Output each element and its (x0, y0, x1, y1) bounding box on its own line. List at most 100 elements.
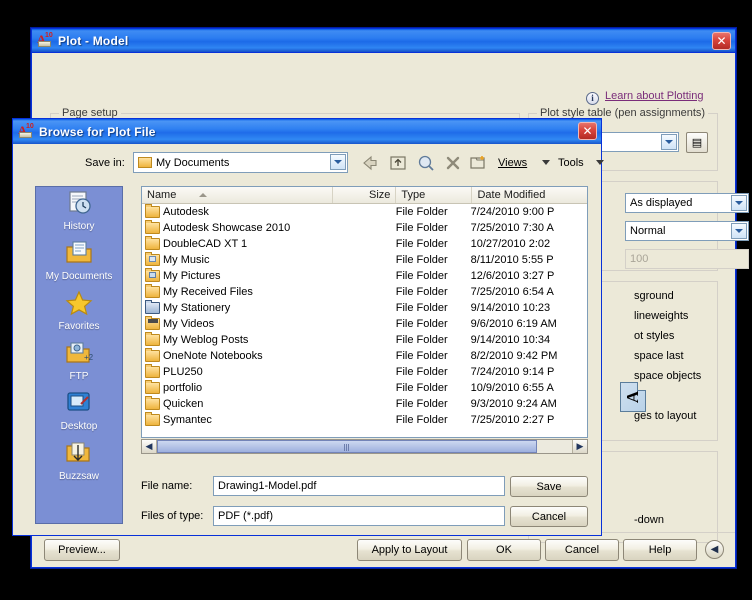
table-row[interactable]: Quicken File Folder 9/3/2010 9:24 AM (142, 396, 587, 412)
apply-to-layout-label: Apply to Layout (371, 544, 448, 556)
file-type-cell: File Folder (395, 302, 448, 314)
place-item-desktop[interactable]: Desktop (36, 389, 122, 437)
place-label: My Documents (45, 271, 113, 282)
table-row[interactable]: My Videos File Folder 9/6/2010 6:19 AM (142, 316, 587, 332)
file-list-hscrollbar[interactable]: ◀ ▶ (141, 439, 588, 454)
scroll-thumb[interactable] (157, 440, 537, 453)
files-of-type-row: Files of type: PDF (*.pdf) Cancel (141, 506, 588, 528)
plot-dialog-title: Plot - Model (58, 33, 129, 48)
file-date-cell: 7/25/2010 6:54 A (470, 286, 554, 298)
close-icon[interactable]: ✕ (578, 122, 597, 140)
tools-menu[interactable]: Tools (558, 157, 584, 169)
save-in-combo[interactable]: My Documents (133, 152, 348, 173)
file-date-cell: 10/27/2010 2:02 (470, 238, 551, 250)
chevron-down-icon[interactable] (330, 154, 346, 170)
table-row[interactable]: My Received Files File Folder 7/25/2010 6:… (142, 284, 587, 300)
plot-option-background[interactable]: sground (634, 290, 674, 302)
folder-icon (138, 157, 152, 168)
table-row[interactable]: Autodesk File Folder 7/24/2010 9:00 P (142, 204, 587, 220)
table-row[interactable]: OneNote Notebooks File Folder 8/2/2010 9:4… (142, 348, 587, 364)
plot-option-lineweights: lineweights (634, 310, 689, 322)
table-row[interactable]: Autodesk Showcase 2010 File Folder 7/25/20… (142, 220, 587, 236)
close-icon[interactable]: ✕ (712, 32, 731, 50)
scroll-left-icon[interactable]: ◀ (142, 440, 157, 453)
chevron-down-icon[interactable] (661, 134, 677, 150)
scroll-right-icon[interactable]: ▶ (572, 440, 587, 453)
column-header-date-modified[interactable]: Date Modified (472, 187, 587, 203)
file-name-text: Autodesk (163, 206, 209, 218)
new-folder-icon[interactable] (468, 154, 488, 172)
file-list-rows: Autodesk File Folder 7/24/2010 9:00 P Autod… (142, 204, 587, 437)
orientation-upside-down[interactable]: -down (634, 514, 664, 526)
desktop-icon (64, 392, 94, 420)
shade-plot-combo[interactable]: As displayed (625, 193, 749, 213)
plot-style-edit-button[interactable]: ▤ (686, 132, 708, 153)
cancel-button[interactable]: Cancel (510, 506, 588, 527)
file-type-cell: File Folder (395, 366, 448, 378)
table-row[interactable]: My Pictures File Folder 12/6/2010 3:27 P (142, 268, 587, 284)
learn-about-plotting-link[interactable]: Learn about Plotting (605, 90, 703, 102)
place-item-buzzsaw[interactable]: Buzzsaw (36, 439, 122, 487)
place-label: Favorites (58, 321, 100, 332)
file-date-cell: 10/9/2010 6:55 A (470, 382, 554, 394)
file-name-input[interactable]: Drawing1-Model.pdf (213, 476, 505, 496)
chevron-down-icon[interactable] (731, 223, 747, 239)
table-row[interactable]: DoubleCAD XT 1 File Folder 10/27/2010 2:02 (142, 236, 587, 252)
cancel-button[interactable]: Cancel (545, 539, 619, 561)
file-name-cell: My Music (142, 252, 330, 266)
file-name-text: My Received Files (163, 286, 253, 298)
file-list[interactable]: Name Size Type Date Modified Autodesk Fil… (141, 186, 588, 438)
place-item-favorites[interactable]: Favorites (36, 289, 122, 337)
plot-titlebar[interactable]: A 10 Plot - Model ✕ (32, 29, 735, 53)
file-name-cell: DoubleCAD XT 1 (142, 236, 330, 250)
place-item-my-documents[interactable]: My Documents (36, 239, 122, 287)
table-row[interactable]: PLU250 File Folder 7/24/2010 9:14 P (142, 364, 587, 380)
info-icon: i (586, 92, 599, 105)
scroll-track[interactable] (157, 440, 572, 453)
quality-value: Normal (630, 225, 666, 237)
file-name-cell: My Pictures (142, 268, 330, 282)
help-button-label: Help (648, 544, 672, 556)
table-row[interactable]: My Music File Folder 8/11/2010 5:55 P (142, 252, 587, 268)
save-button-label: Save (536, 480, 562, 493)
file-type-cell: File Folder (395, 334, 448, 346)
preview-button[interactable]: Preview... (44, 539, 120, 561)
save-button[interactable]: Save (510, 476, 588, 497)
files-of-type-value: PDF (*.pdf) (218, 510, 274, 522)
back-arrow-icon[interactable] (360, 154, 380, 172)
table-row[interactable]: portfolio File Folder 10/9/2010 6:55 A (142, 380, 587, 396)
files-of-type-combo[interactable]: PDF (*.pdf) (213, 506, 505, 526)
place-item-ftp[interactable]: +2 FTP (36, 339, 122, 387)
column-header-type[interactable]: Type (396, 187, 473, 203)
apply-to-layout-button[interactable]: Apply to Layout (357, 539, 462, 561)
ok-button[interactable]: OK (467, 539, 541, 561)
cancel-button-label: Cancel (564, 544, 600, 556)
file-date-cell: 7/24/2010 9:14 P (470, 366, 555, 378)
plot-option-plot-styles[interactable]: ot styles (634, 330, 674, 342)
chevron-left-icon[interactable]: ◀ (705, 540, 724, 559)
browse-dialog-body: Save in: My Documents Views Tools Histor… (13, 144, 604, 535)
views-menu[interactable]: Views (498, 157, 527, 169)
column-header-size[interactable]: Size (333, 187, 397, 203)
up-one-level-icon[interactable] (388, 154, 408, 172)
chevron-down-icon[interactable] (731, 195, 747, 211)
table-row[interactable]: Symantec File Folder 7/25/2010 2:27 P (142, 412, 587, 428)
file-name-cell: Symantec (142, 412, 330, 426)
browse-titlebar[interactable]: A 10 Browse for Plot File ✕ (13, 119, 601, 144)
place-label: Desktop (60, 421, 98, 432)
place-item-history[interactable]: History (36, 189, 122, 237)
folder-icon (145, 220, 160, 234)
file-name-cell: My Weblog Posts (142, 332, 330, 346)
file-name-text: My Pictures (163, 270, 221, 282)
search-web-icon[interactable] (416, 154, 436, 172)
table-row[interactable]: My Weblog Posts File Folder 9/14/2010 10:3… (142, 332, 587, 348)
help-button[interactable]: Help (623, 539, 697, 561)
file-date-cell: 9/14/2010 10:34 (470, 334, 551, 346)
column-header-name[interactable]: Name (142, 187, 333, 203)
chevron-down-icon[interactable] (542, 160, 550, 165)
quality-combo[interactable]: Normal (625, 221, 749, 241)
ok-button-label: OK (496, 544, 512, 556)
table-row[interactable]: My Stationery File Folder 9/14/2010 10:23 (142, 300, 587, 316)
delete-icon[interactable] (443, 154, 463, 172)
chevron-down-icon[interactable] (596, 160, 604, 165)
